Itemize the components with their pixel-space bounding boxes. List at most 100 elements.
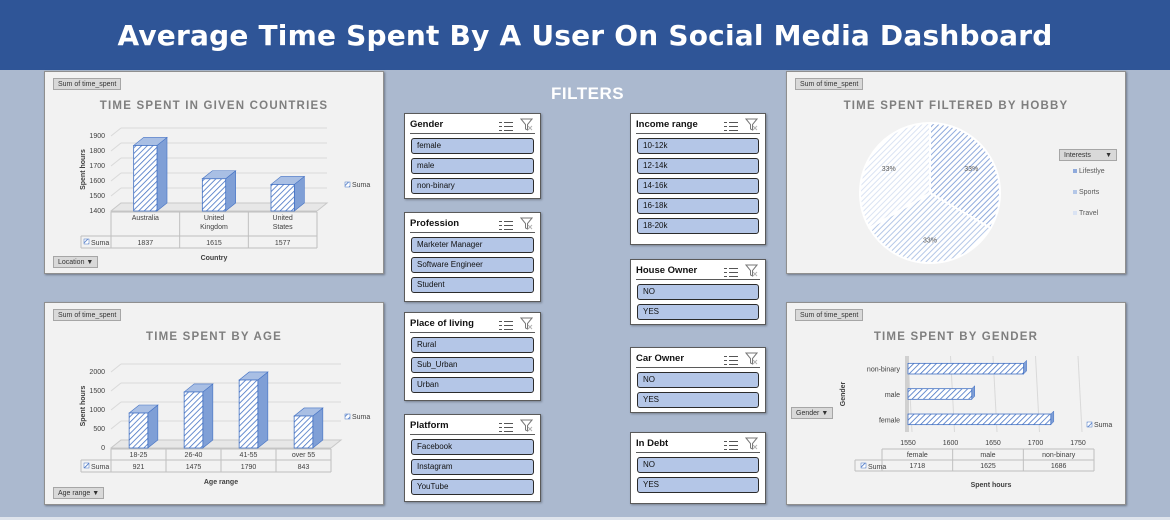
y-axis-title: Spent hours: [80, 385, 87, 426]
table-legend-key: [83, 462, 90, 469]
dashboard-header: Average Time Spent By A User On Social M…: [0, 0, 1170, 70]
slicer-item[interactable]: Rural: [411, 337, 534, 353]
table-value: 921: [133, 464, 145, 471]
panel-countries: Sum of time_spent TIME SPENT IN GIVEN CO…: [44, 71, 384, 274]
gridline-side: [110, 142, 122, 152]
table-series-label: Suma: [868, 464, 886, 471]
pie-label: 33%: [923, 238, 937, 245]
legend-field-button[interactable]: Interests ▼: [1059, 149, 1117, 161]
clear-filter-icon[interactable]: [744, 352, 759, 365]
y-tick-label: 1000: [89, 407, 105, 414]
dropdown-arrow-icon: ▼: [86, 259, 94, 266]
clear-filter-icon[interactable]: [519, 118, 534, 131]
gridline-side: [110, 187, 122, 197]
multi-select-icon[interactable]: [724, 119, 738, 131]
slicer-item[interactable]: Facebook: [411, 439, 534, 455]
slicer-item[interactable]: 16-18k: [637, 198, 759, 214]
multi-select-icon[interactable]: [499, 318, 513, 330]
slicer-item[interactable]: 12-14k: [637, 158, 759, 174]
slicer-item[interactable]: Instagram: [411, 459, 534, 475]
x-tick-label: Kingdom: [200, 224, 228, 231]
slicer-item[interactable]: NO: [637, 372, 759, 388]
slicer-item[interactable]: non-binary: [411, 178, 534, 194]
panel-gender: Sum of time_spent TIME SPENT BY GENDER 1…: [786, 302, 1126, 505]
y-tick-label: female: [879, 417, 900, 424]
slicer-item[interactable]: Software Engineer: [411, 257, 534, 273]
clear-filter-icon[interactable]: [519, 419, 534, 432]
y-tick-label: 1500: [89, 388, 105, 395]
x-tick-label: 18-25: [130, 452, 148, 459]
y-tick-label: 2000: [89, 369, 105, 376]
bar-side: [971, 385, 975, 400]
slicer-item[interactable]: female: [411, 138, 534, 154]
slicer-item[interactable]: Student: [411, 277, 534, 293]
table-value: 1790: [241, 464, 257, 471]
legend-key: [1073, 190, 1077, 194]
countries-chart: 1400 1500 1600 1700 1800 1900 Australia 1837 Uni…: [80, 127, 370, 262]
multi-select-icon[interactable]: [724, 265, 738, 277]
clear-filter-icon[interactable]: [519, 217, 534, 230]
axis-field-button[interactable]: Location ▼: [53, 256, 99, 268]
slicer-item[interactable]: 14-16k: [637, 178, 759, 194]
slicer-item[interactable]: 10-12k: [637, 138, 759, 154]
filters-heading: FILTERS: [551, 84, 625, 103]
slicer-item[interactable]: YES: [637, 392, 759, 408]
bar: [907, 362, 1024, 375]
slicer-item[interactable]: male: [411, 158, 534, 174]
multi-select-icon[interactable]: [724, 438, 738, 450]
table-series-label: Suma: [91, 464, 109, 471]
multi-select-icon[interactable]: [499, 218, 513, 230]
slicer-item[interactable]: Urban: [411, 377, 534, 393]
table-value: 1615: [206, 240, 222, 247]
legend-key: [1073, 211, 1077, 215]
multi-select-icon[interactable]: [499, 119, 513, 131]
x-axis-title: Country: [201, 255, 228, 262]
legend-key: [1086, 421, 1093, 428]
slicer-car-owner: Car Owner NO YES: [630, 347, 766, 413]
slicer-item[interactable]: NO: [637, 284, 759, 300]
slicer-gender: Gender female male non-binary: [404, 113, 541, 199]
dropdown-arrow-icon: ▼: [92, 490, 100, 497]
gender-chart: 1550 1600 1650 1700 1750 non-binary male female…: [840, 355, 1112, 489]
bar: [293, 415, 314, 449]
bar: [183, 391, 204, 449]
slicer-item[interactable]: YES: [637, 477, 759, 493]
legend-label: Suma: [352, 414, 370, 421]
slicer-item[interactable]: YES: [637, 304, 759, 320]
slicer-item[interactable]: Sub_Urban: [411, 357, 534, 373]
x-tick-label: 1600: [943, 440, 959, 447]
bar-side: [202, 383, 214, 449]
slicer-house-owner: House Owner NO YES: [630, 259, 766, 325]
bar-side: [1023, 359, 1027, 375]
clear-filter-icon[interactable]: [519, 317, 534, 330]
y-tick-label: 1400: [89, 208, 105, 215]
multi-select-icon[interactable]: [724, 353, 738, 365]
table-value: 1475: [186, 464, 202, 471]
slicer-item[interactable]: 18-20k: [637, 218, 759, 234]
table-value: 1577: [275, 240, 291, 247]
legend-key: [344, 413, 351, 420]
bar-side: [1050, 410, 1055, 426]
slicer-title: In Debt: [636, 438, 669, 449]
slicer-item[interactable]: NO: [637, 457, 759, 473]
gridline-side: [110, 363, 122, 373]
slicer-title: House Owner: [636, 265, 698, 276]
age-chart: 0 500 1000 1500 2000 18-25 921 26-40 1475 41-55 17…: [80, 363, 370, 486]
slicer-in-debt: In Debt NO YES: [630, 432, 766, 504]
multi-select-icon[interactable]: [499, 420, 513, 432]
slicer-header: Place of living: [410, 315, 535, 333]
table-header: male: [980, 452, 995, 459]
x-axis-title: Age range: [204, 479, 238, 486]
axis-field-button[interactable]: Age range ▼: [53, 487, 105, 499]
clear-filter-icon[interactable]: [744, 264, 759, 277]
slicer-item[interactable]: Marketer Manager: [411, 237, 534, 253]
gridline: [1077, 355, 1083, 433]
slicer-item[interactable]: YouTube: [411, 479, 534, 495]
slicer-title: Gender: [410, 119, 444, 130]
clear-filter-icon[interactable]: [744, 118, 759, 131]
clear-filter-icon[interactable]: [744, 437, 759, 450]
axis-field-button[interactable]: Gender ▼: [791, 407, 834, 419]
bar: [270, 184, 295, 212]
slicer-header: Profession: [410, 215, 535, 233]
y-tick-label: male: [885, 392, 900, 399]
